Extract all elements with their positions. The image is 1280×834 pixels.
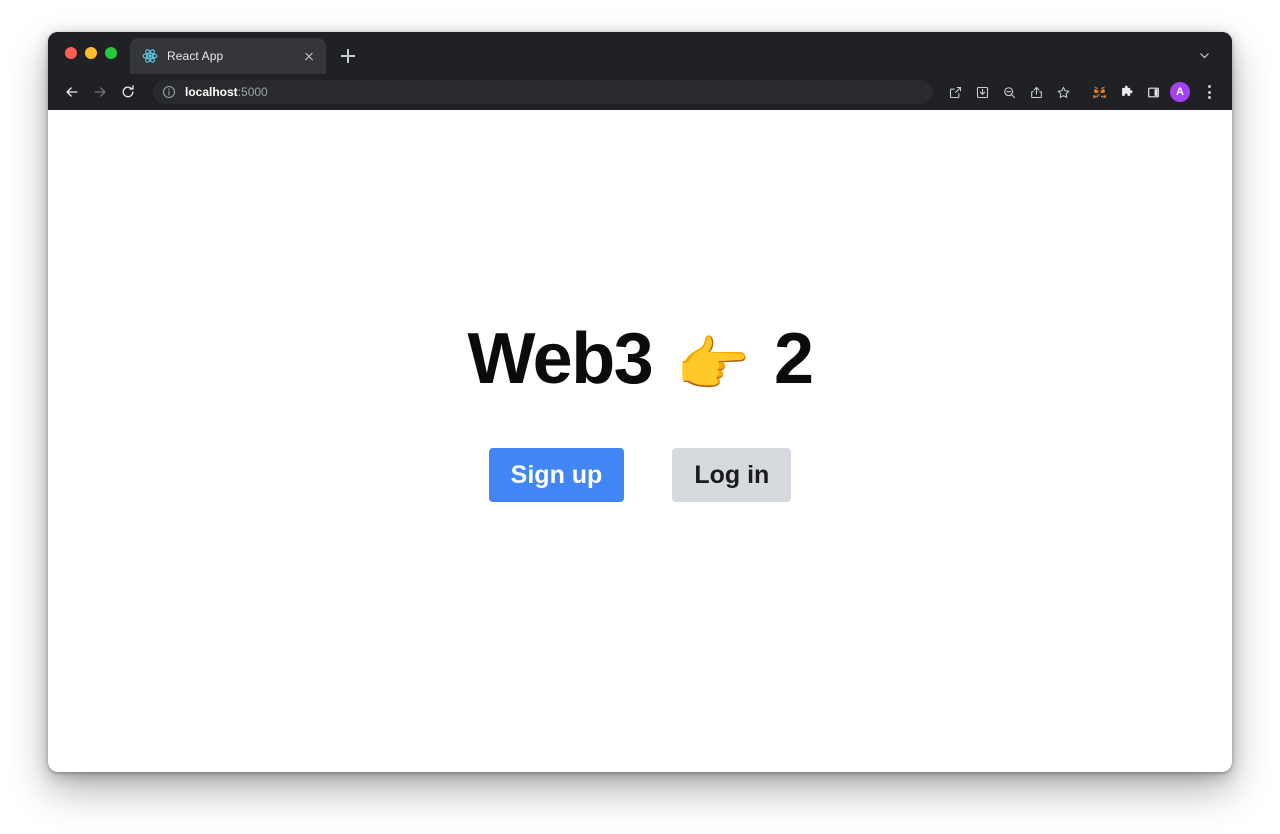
auth-button-row: Sign up Log in bbox=[488, 448, 792, 502]
address-bar-url: localhost:5000 bbox=[185, 85, 268, 99]
menu-dot bbox=[1207, 90, 1211, 94]
close-window-button[interactable] bbox=[65, 47, 77, 59]
tab-strip: React App bbox=[48, 32, 1232, 74]
log-in-button[interactable]: Log in bbox=[672, 448, 792, 502]
tab-close-icon[interactable] bbox=[301, 48, 317, 64]
browser-window: React App localhost:5000 A Web3 👉 2 Sign… bbox=[48, 32, 1232, 772]
menu-dot bbox=[1207, 96, 1211, 99]
page-title: Web3 👉 2 bbox=[468, 323, 815, 398]
share-icon[interactable] bbox=[1023, 79, 1049, 105]
page-content: Web3 👉 2 Sign up Log in bbox=[48, 110, 1232, 502]
menu-dot bbox=[1207, 85, 1211, 88]
maximize-window-button[interactable] bbox=[105, 47, 117, 59]
site-info-icon[interactable] bbox=[162, 85, 176, 99]
pointing-right-emoji-icon: 👉 bbox=[675, 331, 751, 398]
chevron-down-icon[interactable] bbox=[1190, 41, 1218, 69]
minimize-window-button[interactable] bbox=[85, 47, 97, 59]
new-tab-button[interactable] bbox=[334, 42, 362, 70]
address-bar[interactable]: localhost:5000 bbox=[153, 80, 933, 104]
page-title-suffix: 2 bbox=[755, 319, 814, 399]
address-bar-port: :5000 bbox=[237, 85, 268, 99]
sign-up-button[interactable]: Sign up bbox=[488, 448, 625, 502]
three-dot-menu-icon[interactable] bbox=[1196, 79, 1222, 105]
reload-icon[interactable] bbox=[115, 79, 141, 105]
profile-avatar[interactable]: A bbox=[1167, 79, 1193, 105]
address-bar-host: localhost bbox=[185, 85, 238, 99]
extensions-puzzle-icon[interactable] bbox=[1113, 79, 1139, 105]
bookmark-star-icon[interactable] bbox=[1050, 79, 1076, 105]
tab-react-app[interactable]: React App bbox=[130, 38, 326, 74]
page-title-prefix: Web3 bbox=[467, 319, 671, 399]
toolbar-icon-group: A bbox=[941, 79, 1222, 105]
react-logo-icon bbox=[142, 48, 158, 64]
open-in-new-icon[interactable] bbox=[942, 79, 968, 105]
metamask-fox-icon[interactable] bbox=[1086, 79, 1112, 105]
browser-toolbar: localhost:5000 A bbox=[48, 74, 1232, 110]
window-controls bbox=[48, 32, 130, 74]
page-viewport: Web3 👉 2 Sign up Log in bbox=[48, 110, 1232, 772]
zoom-out-icon[interactable] bbox=[996, 79, 1022, 105]
tab-title: React App bbox=[167, 49, 224, 63]
forward-arrow-icon[interactable] bbox=[87, 79, 113, 105]
avatar-initial: A bbox=[1170, 82, 1190, 102]
side-panel-icon[interactable] bbox=[1140, 79, 1166, 105]
back-arrow-icon[interactable] bbox=[59, 79, 85, 105]
install-download-icon[interactable] bbox=[969, 79, 995, 105]
